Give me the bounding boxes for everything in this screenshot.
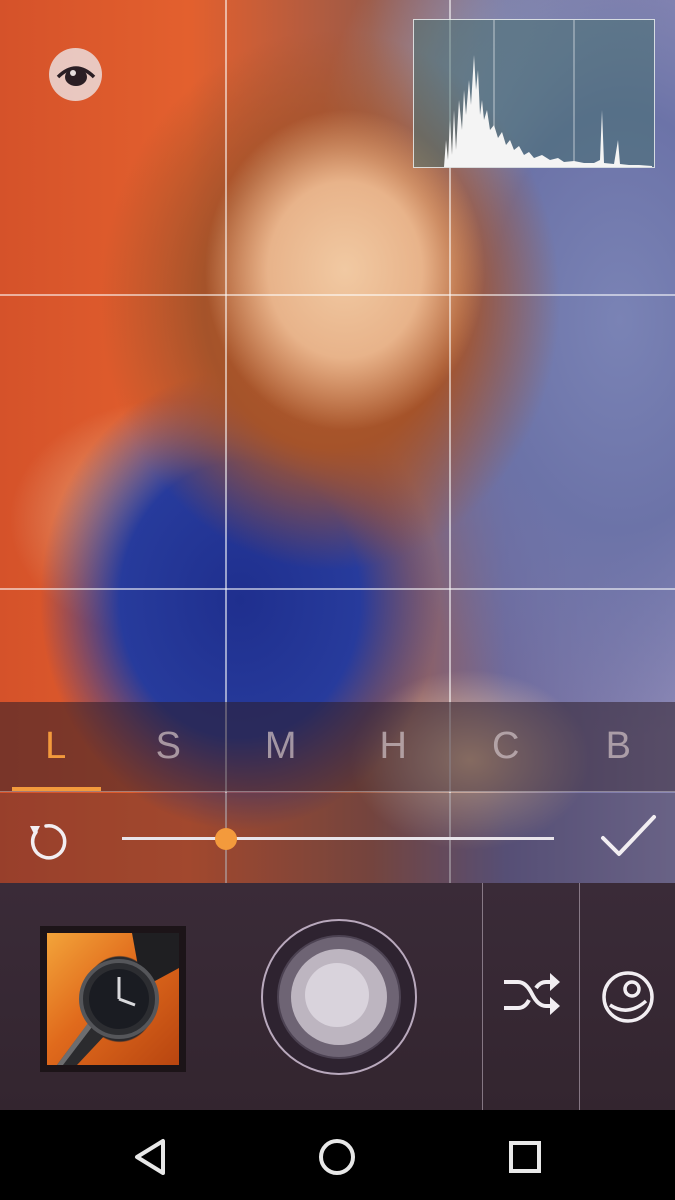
curve-channel-tabs: L S M H C B xyxy=(0,702,675,792)
slider-thumb[interactable] xyxy=(214,828,237,850)
tab-channel-l[interactable]: L xyxy=(0,702,113,791)
control-divider-2 xyxy=(579,883,580,1110)
control-divider-1 xyxy=(482,883,483,1110)
adjustment-slider[interactable] xyxy=(122,828,554,850)
shuffle-button[interactable] xyxy=(498,968,564,1024)
reset-button[interactable] xyxy=(22,818,70,866)
recents-square-icon xyxy=(509,1141,541,1173)
histogram-graph xyxy=(444,20,652,167)
tab-channel-b[interactable]: B xyxy=(563,702,675,791)
shutter-inner-ring xyxy=(291,949,387,1045)
home-circle-icon xyxy=(319,1139,355,1175)
filter-button[interactable] xyxy=(598,967,658,1027)
shutter-button[interactable] xyxy=(261,919,417,1075)
tab-channel-c[interactable]: C xyxy=(450,702,563,791)
wristwatch-image xyxy=(57,933,179,1065)
tab-channel-s[interactable]: S xyxy=(113,702,226,791)
lens-filter-icon xyxy=(602,971,654,1023)
camera-viewfinder[interactable]: L S M H C B xyxy=(0,0,675,883)
shuffle-icon xyxy=(504,973,560,1015)
shutter-core xyxy=(305,963,369,1027)
gallery-thumbnail[interactable] xyxy=(40,926,186,1072)
system-navigation-bar xyxy=(0,1110,675,1200)
reset-icon xyxy=(30,824,67,860)
histogram xyxy=(413,19,655,168)
last-photo-image xyxy=(47,933,179,1065)
tab-channel-h[interactable]: H xyxy=(338,702,451,791)
preview-toggle-button[interactable] xyxy=(49,48,102,101)
checkmark-icon xyxy=(601,815,656,856)
tab-channel-m[interactable]: M xyxy=(225,702,338,791)
grid-line-horizontal-2 xyxy=(0,588,675,590)
back-triangle-icon xyxy=(135,1139,165,1175)
camera-control-bar xyxy=(0,883,675,1110)
adjustment-slider-row xyxy=(0,793,675,883)
recents-button[interactable] xyxy=(503,1135,547,1179)
confirm-button[interactable] xyxy=(598,811,658,861)
eye-icon xyxy=(56,65,95,86)
back-button[interactable] xyxy=(129,1135,173,1179)
home-button[interactable] xyxy=(315,1135,359,1179)
grid-line-horizontal-1 xyxy=(0,294,675,296)
shutter-outer-ring xyxy=(277,935,401,1059)
